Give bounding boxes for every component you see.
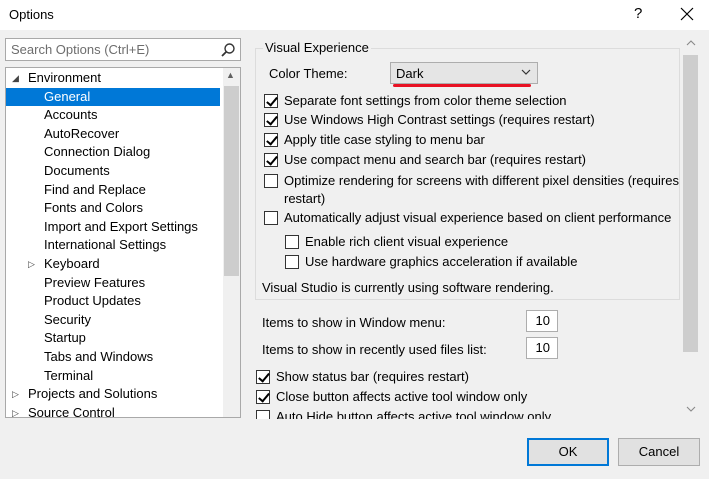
title-bar: Options ?	[0, 0, 709, 30]
checkbox-label-continued: restart)	[284, 191, 326, 206]
checkbox-box[interactable]	[264, 211, 278, 225]
ok-button[interactable]: OK	[527, 438, 609, 466]
checkbox-label: Use hardware graphics acceleration if av…	[305, 254, 578, 269]
color-theme-dropdown[interactable]: Dark	[390, 62, 538, 84]
checkbox-label: Separate font settings from color theme …	[284, 93, 567, 108]
recent-files-items-label: Items to show in recently used files lis…	[262, 342, 487, 357]
checkbox-box[interactable]	[256, 390, 270, 404]
color-theme-label: Color Theme:	[269, 66, 348, 81]
rendering-status-text: Visual Studio is currently using softwar…	[262, 280, 554, 295]
tree-item-source-control[interactable]: ▷ Source Control	[6, 404, 220, 418]
tree-item-label: Documents	[44, 163, 110, 178]
group-title: Visual Experience	[263, 40, 371, 55]
expand-arrow-icon[interactable]: ▷	[12, 385, 19, 404]
collapse-arrow-icon[interactable]: ◢	[12, 69, 19, 88]
chevron-up-icon[interactable]	[686, 38, 696, 48]
tree-item-label: Environment	[28, 70, 101, 85]
tree-item-label: General	[44, 88, 91, 104]
tree-item-tabs-and-windows[interactable]: Tabs and Windows	[6, 348, 220, 367]
checkbox-label: Auto Hide button affects active tool win…	[276, 409, 552, 419]
tree-item-general[interactable]: General	[6, 87, 220, 107]
tree-item-fonts-and-colors[interactable]: Fonts and Colors	[6, 199, 220, 218]
tree-item-label: Source Control	[28, 404, 115, 418]
search-icon[interactable]	[220, 42, 236, 58]
checkbox-label: Enable rich client visual experience	[305, 234, 509, 249]
tree-item-label: Tabs and Windows	[44, 349, 154, 364]
color-theme-value: Dark	[396, 66, 424, 81]
tree-item-label: Import and Export Settings	[44, 218, 198, 234]
tree-item-find-and-replace[interactable]: Find and Replace	[6, 181, 220, 200]
checkbox-label: Use compact menu and search bar (require…	[284, 152, 587, 167]
search-box	[5, 38, 241, 61]
tree-item-preview-features[interactable]: Preview Features	[6, 274, 220, 293]
checkbox-label: Apply title case styling to menu bar	[284, 132, 485, 147]
tree-item-label: Preview Features	[44, 274, 146, 290]
window-menu-items-input[interactable]: 10	[526, 310, 558, 332]
scrollbar-thumb[interactable]	[224, 86, 239, 276]
chevron-down-icon[interactable]	[686, 404, 696, 414]
checkbox-box[interactable]	[256, 410, 270, 419]
tree-item-label: Projects and Solutions	[28, 386, 158, 402]
tree-item-documents[interactable]: Documents	[6, 162, 220, 181]
chevron-down-icon	[521, 69, 531, 75]
tree-item-import-export[interactable]: Import and Export Settings	[6, 218, 220, 237]
close-icon[interactable]	[677, 4, 697, 24]
tree-item-product-updates[interactable]: Product Updates	[6, 292, 220, 311]
cancel-button[interactable]: Cancel	[618, 438, 700, 466]
checkbox-box[interactable]	[264, 153, 278, 167]
tree-item-keyboard[interactable]: ▷ Keyboard	[6, 255, 220, 274]
tree-item-autorecover[interactable]: AutoRecover	[6, 125, 220, 144]
checkbox-label: Use Windows High Contrast settings (requ…	[284, 112, 595, 127]
tree-item-label: Find and Replace	[44, 181, 146, 197]
checkbox-box[interactable]	[264, 94, 278, 108]
checkbox-label: Optimize rendering for screens with diff…	[284, 173, 679, 188]
tree-item-label: International Settings	[44, 237, 167, 253]
help-button[interactable]: ?	[634, 5, 642, 22]
search-input[interactable]	[6, 39, 211, 60]
window-title: Options	[9, 7, 54, 22]
tree-item-accounts[interactable]: Accounts	[6, 106, 220, 125]
panel-scrollbar[interactable]	[682, 38, 699, 419]
tree-item-security[interactable]: Security	[6, 311, 220, 330]
recent-files-items-input[interactable]: 10	[526, 337, 558, 359]
checkbox-box[interactable]	[285, 235, 299, 249]
tree-item-startup[interactable]: Startup	[6, 329, 220, 348]
tree-item-international[interactable]: International Settings	[6, 236, 220, 255]
checkbox-box[interactable]	[264, 133, 278, 147]
tree-item-label: Startup	[44, 330, 86, 346]
tree-item-connection-dialog[interactable]: Connection Dialog	[6, 143, 220, 162]
tree-item-label: Connection Dialog	[44, 144, 151, 160]
tree-item-projects-and-solutions[interactable]: ▷ Projects and Solutions	[6, 385, 220, 404]
tree-item-label: Terminal	[44, 367, 94, 383]
window-menu-items-label: Items to show in Window menu:	[262, 315, 446, 330]
scrollbar-thumb[interactable]	[683, 55, 698, 352]
expand-arrow-icon[interactable]: ▷	[12, 404, 19, 417]
tree-item-environment[interactable]: ◢ Environment	[6, 69, 220, 88]
tree-item-label: Accounts	[44, 107, 98, 123]
options-tree: ◢ Environment General Accounts AutoRecov…	[5, 67, 241, 418]
tree-scrollbar[interactable]: ▲	[223, 68, 240, 417]
checkbox-box[interactable]	[285, 255, 299, 269]
checkbox-box[interactable]	[264, 174, 278, 188]
scroll-up-icon[interactable]: ▲	[226, 70, 235, 80]
expand-arrow-icon[interactable]: ▷	[28, 255, 35, 274]
checkbox-label: Automatically adjust visual experience b…	[284, 210, 672, 225]
checkbox-label: Close button affects active tool window …	[276, 389, 528, 404]
options-panel: Visual Experience Color Theme: Dark Sepa…	[252, 38, 685, 419]
checkbox-box[interactable]	[256, 370, 270, 384]
checkbox-label: Show status bar (requires restart)	[276, 369, 469, 384]
tree-item-label: AutoRecover	[44, 125, 120, 141]
tree-item-terminal[interactable]: Terminal	[6, 367, 220, 386]
tree-item-label: Security	[44, 311, 91, 327]
tree-item-label: Product Updates	[44, 293, 141, 309]
checkbox-box[interactable]	[264, 113, 278, 127]
tree-item-label: Keyboard	[44, 256, 100, 271]
tree-item-label: Fonts and Colors	[44, 200, 143, 216]
highlight-underline	[393, 84, 531, 87]
